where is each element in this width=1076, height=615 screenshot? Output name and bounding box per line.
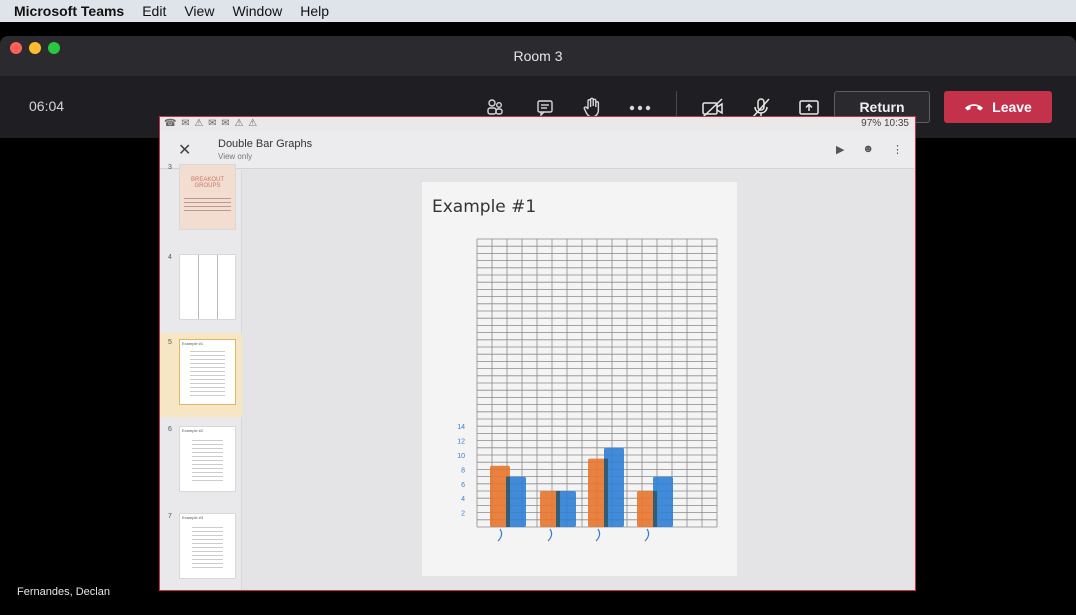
participant-name: Fernandes, Declan	[17, 586, 110, 598]
thumbnail-slide-6[interactable]: 6 Example #2	[160, 420, 242, 504]
shared-screen: ☎ ✉ ⚠ ✉ ✉ ⚠ ⚠ 97% 10:35 ✕ Double Bar Gra…	[159, 116, 916, 591]
x-category-mark	[547, 528, 553, 542]
close-icon[interactable]: ✕	[178, 140, 191, 160]
y-tick-label: 14	[457, 424, 465, 431]
double-bar-graph: 2 4 6 8 10 12 14	[457, 238, 718, 542]
menu-window[interactable]: Window	[232, 3, 282, 19]
bar-overlap	[556, 491, 560, 527]
thumbnail-number: 4	[168, 254, 172, 261]
thumbnail-image: Example #2	[179, 426, 236, 492]
menu-help[interactable]: Help	[300, 3, 329, 19]
y-tick-label: 10	[457, 453, 465, 460]
thumbnail-grid	[192, 524, 223, 568]
slide: Example #1 2 4 6 8 10 12 14	[422, 182, 737, 576]
window-title: Room 3	[513, 48, 563, 64]
add-person-icon[interactable]: ☻	[862, 143, 874, 156]
y-tick-label: 12	[457, 439, 465, 446]
thumbnail-number: 7	[168, 513, 172, 520]
menu-bar: Microsoft Teams Edit View Window Help	[0, 0, 1076, 22]
thumbnail-image: Example #3	[179, 513, 236, 579]
thumbnail-number: 6	[168, 426, 172, 433]
y-tick-label: 4	[461, 496, 465, 503]
thumbnail-slide-7[interactable]: 7 Example #3	[160, 507, 242, 590]
x-category-mark	[497, 528, 503, 542]
thumbnail-grid	[190, 348, 225, 396]
doc-title: Double Bar Graphs	[218, 138, 313, 150]
leave-button[interactable]: Leave	[944, 91, 1052, 123]
menu-view[interactable]: View	[184, 3, 214, 19]
thumbnail-text-lines	[184, 195, 231, 213]
slide-thumbnail-panel: 3 BREAKOUT GROUPS 4 5 Example #1 6 Examp…	[160, 164, 242, 590]
title-bar: Room 3	[0, 36, 1076, 76]
menu-edit[interactable]: Edit	[142, 3, 166, 19]
thumbnail-slide-4[interactable]: 4	[160, 248, 242, 332]
meeting-timer: 06:04	[29, 98, 65, 114]
slide-canvas: Example #1 2 4 6 8 10 12 14	[242, 170, 915, 590]
bar-overlap	[653, 491, 657, 527]
y-tick-label: 2	[461, 511, 465, 518]
hang-up-icon	[965, 104, 984, 111]
thumbnail-label: Example #2	[182, 428, 204, 433]
y-tick-label: 8	[461, 467, 465, 474]
bar-overlap	[604, 458, 608, 527]
phone-status-bar: ☎ ✉ ⚠ ✉ ✉ ⚠ ⚠ 97% 10:35	[160, 117, 915, 131]
thumbnail-label: Example #3	[182, 515, 204, 520]
menu-app-name[interactable]: Microsoft Teams	[14, 3, 124, 19]
thumbnail-number: 3	[168, 164, 172, 171]
doc-actions: ▶ ☻ ⋮	[836, 143, 903, 156]
x-category-mark	[644, 528, 650, 542]
thumbnail-slide-3[interactable]: 3 BREAKOUT GROUPS	[160, 158, 242, 242]
status-battery-time: 97% 10:35	[861, 118, 909, 129]
thumbnail-slide-5[interactable]: 5 Example #1	[160, 333, 242, 417]
thumbnail-image: BREAKOUT GROUPS	[179, 164, 236, 230]
doc-header: ✕ Double Bar Graphs View only ▶ ☻ ⋮	[160, 131, 915, 169]
leave-label: Leave	[992, 99, 1032, 115]
overflow-menu-icon[interactable]: ⋮	[892, 143, 903, 156]
x-category-mark	[595, 528, 601, 542]
thumbnail-image	[179, 254, 236, 320]
thumbnail-image: Example #1	[179, 339, 236, 405]
thumbnail-label: BREAKOUT GROUPS	[190, 177, 224, 189]
thumbnail-label: Example #1	[182, 341, 204, 346]
y-tick-label: 6	[461, 482, 465, 489]
present-icon[interactable]: ▶	[836, 143, 844, 156]
status-icons: ☎ ✉ ⚠ ✉ ✉ ⚠ ⚠	[164, 118, 259, 129]
thumbnail-number: 5	[168, 339, 172, 346]
thumbnail-grid	[192, 437, 223, 481]
bar-overlap	[506, 476, 510, 527]
